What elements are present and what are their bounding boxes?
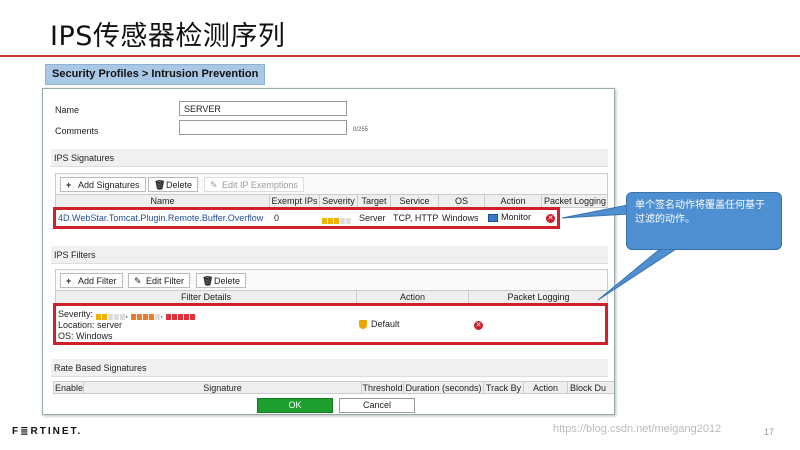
col-block-duration[interactable]: Block Du — [568, 382, 614, 394]
col-enable[interactable]: Enable — [54, 382, 84, 394]
col-track-by[interactable]: Track By — [484, 382, 524, 394]
ips-signatures-toolbar: + Add Signatures 🗑Delete ✎ Edit IP Exempti… — [55, 173, 608, 195]
cancel-button[interactable]: Cancel — [339, 398, 415, 413]
col-action[interactable]: Action — [485, 195, 542, 207]
severity-bar-critical — [165, 312, 196, 320]
add-signatures-button[interactable]: + Add Signatures — [60, 177, 146, 192]
delete-filter-button[interactable]: 🗑Delete — [196, 273, 247, 288]
ips-filters-toolbar: + Add Filter ✎ Edit Filter 🗑Delete — [55, 269, 608, 291]
filter-packet-logging[interactable]: ✕ — [474, 319, 483, 330]
edit-ip-exemptions-button[interactable]: ✎ Edit IP Exemptions — [204, 177, 304, 192]
comments-label: Comments — [55, 126, 99, 136]
ips-sensor-dialog: Name SERVER Comments 0/255 IPS Signature… — [42, 88, 615, 415]
name-label: Name — [55, 105, 80, 115]
col-signature[interactable]: Signature — [84, 382, 362, 394]
rate-based-table-header: Enable Signature Threshold Duration (sec… — [53, 381, 614, 394]
col-threshold[interactable]: Threshold — [362, 382, 404, 394]
name-field[interactable]: SERVER — [179, 101, 347, 116]
fortinet-logo: F≣RTINET. — [12, 426, 83, 437]
severity-cell-3 — [334, 217, 339, 224]
col-packet-logging[interactable]: Packet Logging — [542, 195, 608, 207]
filter-location: Location: server — [58, 320, 123, 330]
monitor-icon — [488, 213, 498, 222]
severity-cell-1 — [322, 217, 327, 224]
trash-icon: 🗑 — [154, 180, 166, 190]
add-filter-button[interactable]: + Add Filter — [60, 273, 123, 288]
signature-severity — [322, 213, 352, 224]
severity-bar — [322, 216, 352, 224]
col-exempt-ips[interactable]: Exempt IPs — [270, 195, 320, 207]
page-number: 17 — [764, 427, 775, 437]
col-os[interactable]: OS — [439, 195, 485, 207]
edit-filter-button[interactable]: ✎ Edit Filter — [128, 273, 191, 288]
signature-packet-logging[interactable]: ✕ — [546, 212, 555, 223]
signature-row[interactable]: 4D.WebStar.Tomcat.Plugin.Remote.Buffer.O… — [53, 207, 560, 229]
col-severity[interactable]: Severity — [320, 195, 358, 207]
col-target[interactable]: Target — [358, 195, 391, 207]
rate-based-header: Rate Based Signatures — [51, 359, 608, 377]
filter-severity: Severity: , , — [58, 309, 196, 320]
callout-note: 单个签名动作将覆盖任何基于过滤的动作。 — [626, 192, 782, 250]
col-rate-action[interactable]: Action — [524, 382, 568, 394]
severity-cell-5 — [346, 217, 351, 224]
disabled-x-icon: ✕ — [474, 321, 483, 330]
signature-os: Windows — [442, 213, 479, 223]
pencil-icon: ✎ — [210, 180, 218, 190]
comments-field[interactable] — [179, 120, 347, 135]
severity-cell-4 — [340, 217, 345, 224]
filter-row[interactable]: Severity: , , Location: server OS: Windo… — [53, 303, 608, 345]
signature-service: TCP, HTTP — [393, 213, 439, 223]
severity-bar-high — [130, 312, 161, 320]
ips-signatures-header: IPS Signatures — [51, 149, 608, 167]
plus-icon: + — [66, 276, 72, 286]
signature-exempt-ips: 0 — [274, 213, 280, 223]
delete-signature-button[interactable]: 🗑Delete — [148, 177, 199, 192]
col-filter-action[interactable]: Action — [357, 291, 469, 303]
slide-title: IPS传感器检测序列 — [50, 21, 286, 52]
comments-counter: 0/255 — [353, 127, 369, 133]
signature-target: Server — [359, 213, 386, 223]
filter-os: OS: Windows — [58, 331, 113, 341]
trash-icon: 🗑 — [202, 276, 214, 286]
title-divider — [0, 55, 800, 57]
breadcrumb: Security Profiles > Intrusion Prevention — [45, 64, 266, 85]
signature-name-link[interactable]: 4D.WebStar.Tomcat.Plugin.Remote.Buffer.O… — [58, 213, 263, 224]
severity-cell-2 — [328, 217, 333, 224]
disabled-x-icon: ✕ — [546, 214, 555, 223]
watermark: https://blog.csdn.net/meigang2012 — [553, 423, 722, 435]
ok-button[interactable]: OK — [257, 398, 333, 413]
severity-bar-low — [95, 312, 126, 320]
filter-action[interactable]: Default — [359, 319, 400, 330]
ips-filters-header: IPS Filters — [51, 246, 608, 264]
col-service[interactable]: Service — [391, 195, 439, 207]
pencil-icon: ✎ — [134, 276, 142, 286]
signature-action[interactable]: Monitor — [488, 212, 531, 223]
col-filter-packet-logging[interactable]: Packet Logging — [469, 291, 608, 303]
col-name[interactable]: Name — [56, 195, 270, 207]
shield-icon — [359, 320, 367, 330]
plus-icon: + — [66, 180, 72, 190]
col-duration[interactable]: Duration (seconds) — [404, 382, 484, 394]
col-filter-details[interactable]: Filter Details — [56, 291, 357, 303]
